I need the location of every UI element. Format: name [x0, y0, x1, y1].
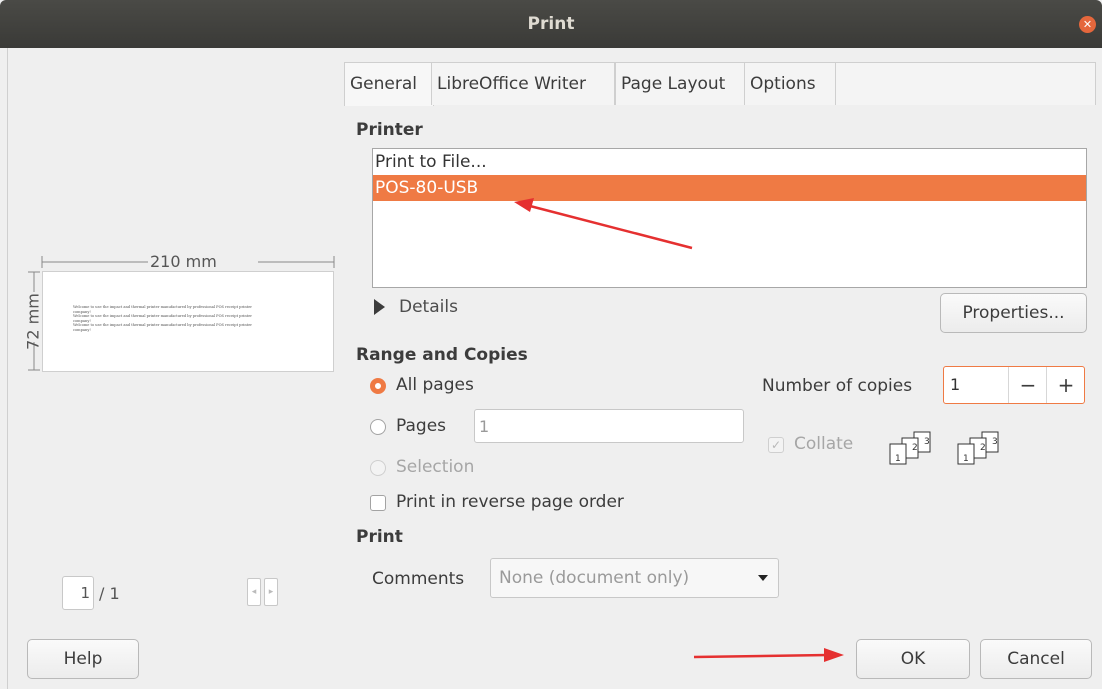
pages-input[interactable]: 1: [474, 409, 744, 443]
svg-text:3: 3: [924, 437, 930, 447]
page-preview: Welcome to use the impact and thermal pr…: [42, 271, 334, 372]
details-expander[interactable]: Details: [374, 293, 458, 321]
page-width-label: 210 mm: [150, 252, 217, 271]
details-label: Details: [399, 297, 458, 317]
printer-section-title: Printer: [356, 120, 423, 140]
pages-radio[interactable]: [370, 419, 386, 435]
all-pages-label: All pages: [396, 375, 474, 395]
annotation-arrow-printer: [514, 198, 693, 250]
next-page-icon[interactable]: ▸: [264, 578, 278, 606]
svg-text:2: 2: [980, 443, 986, 453]
svg-text:1: 1: [895, 454, 901, 464]
comments-label: Comments: [372, 569, 465, 589]
page-height-label: 72 mm: [23, 293, 43, 350]
preview-line: company!: [73, 327, 91, 332]
uncollated-pages-icon: 32 1: [957, 431, 999, 465]
preview-page-input[interactable]: 1: [62, 576, 94, 610]
copies-label: Number of copies: [762, 376, 913, 396]
collate-checkbox: ✓: [768, 437, 784, 453]
preview-page-total: / 1: [99, 584, 120, 603]
tab-bar-filler: [835, 62, 1096, 105]
printer-item-pos-80-usb[interactable]: POS-80-USB: [373, 175, 1086, 201]
comments-select[interactable]: None (document only): [490, 558, 779, 598]
copies-spinner[interactable]: 1 − +: [943, 366, 1085, 404]
ok-button[interactable]: OK: [856, 639, 970, 679]
cancel-button[interactable]: Cancel: [980, 639, 1092, 679]
expand-triangle-icon: [374, 299, 385, 315]
printer-list[interactable]: Print to File... POS-80-USB: [372, 148, 1087, 288]
collated-pages-icon: 32 1: [889, 431, 931, 465]
tab-page-layout[interactable]: Page Layout: [615, 62, 747, 105]
selection-radio: [370, 460, 386, 476]
properties-button[interactable]: Properties...: [940, 293, 1087, 333]
tab-bar: General LibreOffice Writer Page Layout O…: [344, 62, 1096, 106]
svg-text:3: 3: [992, 437, 998, 447]
close-icon[interactable]: ✕: [1079, 16, 1096, 33]
printer-item-print-to-file[interactable]: Print to File...: [373, 149, 1086, 175]
collate-label: Collate: [794, 434, 854, 454]
copies-value[interactable]: 1: [950, 367, 960, 403]
dropdown-arrow-icon: [758, 575, 768, 581]
tab-general[interactable]: General: [344, 62, 434, 106]
annotation-arrow-ok: [693, 648, 844, 662]
tab-options[interactable]: Options: [744, 62, 846, 105]
svg-text:1: 1: [963, 454, 969, 464]
comments-value: None (document only): [499, 568, 690, 588]
reverse-order-checkbox[interactable]: [370, 495, 386, 511]
tab-libreoffice-writer[interactable]: LibreOffice Writer: [431, 62, 615, 105]
help-button[interactable]: Help: [27, 639, 139, 679]
prev-page-icon[interactable]: ◂: [247, 578, 261, 606]
svg-text:2: 2: [912, 443, 918, 453]
decrement-button[interactable]: −: [1008, 367, 1047, 403]
selection-label: Selection: [396, 457, 475, 477]
range-section-title: Range and Copies: [356, 345, 528, 365]
print-section-title: Print: [356, 527, 403, 547]
pages-label: Pages: [396, 416, 447, 436]
window-title: Print: [527, 14, 575, 34]
preview-text: Welcome to use the impact and thermal pr…: [73, 305, 313, 332]
title-bar: Print ✕: [0, 0, 1102, 48]
increment-button[interactable]: +: [1046, 367, 1085, 403]
left-border: [7, 48, 8, 689]
reverse-order-label: Print in reverse page order: [396, 492, 624, 512]
all-pages-radio[interactable]: [370, 378, 386, 394]
